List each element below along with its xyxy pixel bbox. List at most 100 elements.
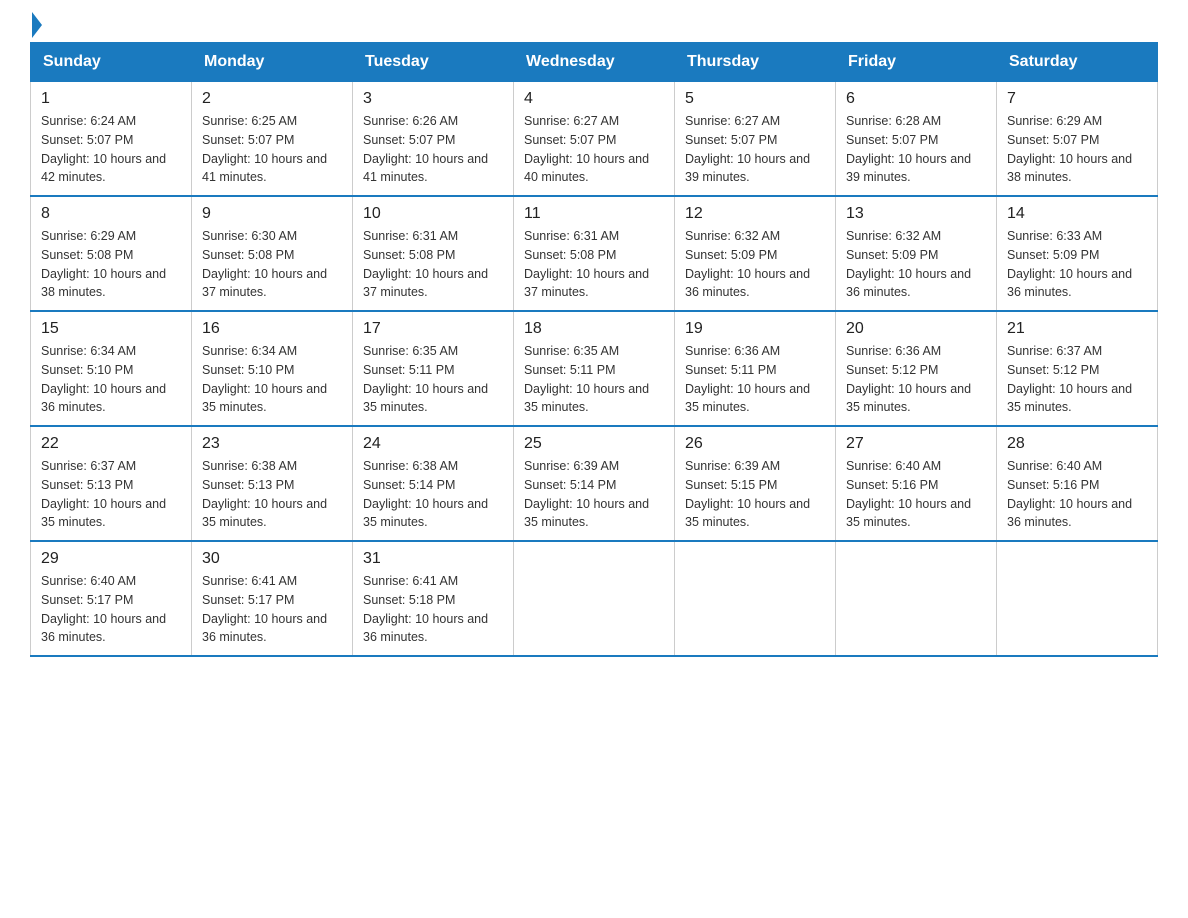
- day-info: Sunrise: 6:31 AMSunset: 5:08 PMDaylight:…: [524, 227, 664, 302]
- calendar-header-sunday: Sunday: [31, 43, 192, 82]
- day-info: Sunrise: 6:40 AMSunset: 5:16 PMDaylight:…: [1007, 457, 1147, 532]
- calendar-cell: 14 Sunrise: 6:33 AMSunset: 5:09 PMDayligh…: [997, 196, 1158, 311]
- day-info: Sunrise: 6:29 AMSunset: 5:07 PMDaylight:…: [1007, 112, 1147, 187]
- calendar-week-row: 22 Sunrise: 6:37 AMSunset: 5:13 PMDayligh…: [31, 426, 1158, 541]
- calendar-cell: 13Sunrise: 6:32 AMSunset: 5:09 PMDayligh…: [836, 196, 997, 311]
- calendar-cell: 21 Sunrise: 6:37 AMSunset: 5:12 PMDayligh…: [997, 311, 1158, 426]
- day-info: Sunrise: 6:33 AMSunset: 5:09 PMDaylight:…: [1007, 227, 1147, 302]
- calendar-week-row: 29 Sunrise: 6:40 AMSunset: 5:17 PMDayligh…: [31, 541, 1158, 656]
- day-info: Sunrise: 6:38 AMSunset: 5:14 PMDaylight:…: [363, 457, 503, 532]
- day-number: 5: [685, 90, 825, 108]
- day-number: 25: [524, 435, 664, 453]
- day-number: 22: [41, 435, 181, 453]
- day-number: 28: [1007, 435, 1147, 453]
- day-number: 31: [363, 550, 503, 568]
- calendar-cell: 20 Sunrise: 6:36 AMSunset: 5:12 PMDayligh…: [836, 311, 997, 426]
- calendar-cell: [675, 541, 836, 656]
- day-number: 23: [202, 435, 342, 453]
- calendar-cell: 16Sunrise: 6:34 AMSunset: 5:10 PMDayligh…: [192, 311, 353, 426]
- calendar-cell: 15Sunrise: 6:34 AMSunset: 5:10 PMDayligh…: [31, 311, 192, 426]
- calendar-cell: 23 Sunrise: 6:38 AMSunset: 5:13 PMDayligh…: [192, 426, 353, 541]
- day-number: 12: [685, 205, 825, 223]
- calendar-cell: 12 Sunrise: 6:32 AMSunset: 5:09 PMDayligh…: [675, 196, 836, 311]
- day-info: Sunrise: 6:37 AMSunset: 5:12 PMDaylight:…: [1007, 342, 1147, 417]
- calendar-cell: 26 Sunrise: 6:39 AMSunset: 5:15 PMDayligh…: [675, 426, 836, 541]
- day-info: Sunrise: 6:31 AMSunset: 5:08 PMDaylight:…: [363, 227, 503, 302]
- day-number: 1: [41, 90, 181, 108]
- day-info: Sunrise: 6:25 AMSunset: 5:07 PMDaylight:…: [202, 112, 342, 187]
- calendar-cell: 1 Sunrise: 6:24 AMSunset: 5:07 PMDaylight…: [31, 82, 192, 197]
- day-info: Sunrise: 6:40 AMSunset: 5:17 PMDaylight:…: [41, 572, 181, 647]
- calendar-cell: 9 Sunrise: 6:30 AMSunset: 5:08 PMDaylight…: [192, 196, 353, 311]
- calendar-cell: 2Sunrise: 6:25 AMSunset: 5:07 PMDaylight…: [192, 82, 353, 197]
- day-number: 26: [685, 435, 825, 453]
- calendar-cell: 25Sunrise: 6:39 AMSunset: 5:14 PMDayligh…: [514, 426, 675, 541]
- day-number: 7: [1007, 90, 1147, 108]
- calendar-header-wednesday: Wednesday: [514, 43, 675, 82]
- day-number: 11: [524, 205, 664, 223]
- day-info: Sunrise: 6:35 AMSunset: 5:11 PMDaylight:…: [524, 342, 664, 417]
- day-number: 6: [846, 90, 986, 108]
- calendar-cell: 3Sunrise: 6:26 AMSunset: 5:07 PMDaylight…: [353, 82, 514, 197]
- day-info: Sunrise: 6:35 AMSunset: 5:11 PMDaylight:…: [363, 342, 503, 417]
- logo-triangle-icon: [32, 12, 42, 38]
- day-number: 3: [363, 90, 503, 108]
- calendar-cell: 30 Sunrise: 6:41 AMSunset: 5:17 PMDayligh…: [192, 541, 353, 656]
- day-info: Sunrise: 6:38 AMSunset: 5:13 PMDaylight:…: [202, 457, 342, 532]
- calendar-cell: 18 Sunrise: 6:35 AMSunset: 5:11 PMDayligh…: [514, 311, 675, 426]
- day-info: Sunrise: 6:27 AMSunset: 5:07 PMDaylight:…: [685, 112, 825, 187]
- day-info: Sunrise: 6:32 AMSunset: 5:09 PMDaylight:…: [846, 227, 986, 302]
- calendar-header-saturday: Saturday: [997, 43, 1158, 82]
- calendar-header-row: SundayMondayTuesdayWednesdayThursdayFrid…: [31, 43, 1158, 82]
- day-info: Sunrise: 6:39 AMSunset: 5:15 PMDaylight:…: [685, 457, 825, 532]
- calendar-cell: 28 Sunrise: 6:40 AMSunset: 5:16 PMDayligh…: [997, 426, 1158, 541]
- day-info: Sunrise: 6:24 AMSunset: 5:07 PMDaylight:…: [41, 112, 181, 187]
- day-number: 21: [1007, 320, 1147, 338]
- day-number: 4: [524, 90, 664, 108]
- logo: [30, 20, 42, 32]
- day-info: Sunrise: 6:41 AMSunset: 5:17 PMDaylight:…: [202, 572, 342, 647]
- header: [30, 20, 1158, 32]
- calendar-cell: [514, 541, 675, 656]
- day-number: 30: [202, 550, 342, 568]
- calendar-body: 1 Sunrise: 6:24 AMSunset: 5:07 PMDaylight…: [31, 82, 1158, 657]
- calendar-header-monday: Monday: [192, 43, 353, 82]
- day-number: 8: [41, 205, 181, 223]
- day-info: Sunrise: 6:30 AMSunset: 5:08 PMDaylight:…: [202, 227, 342, 302]
- day-number: 29: [41, 550, 181, 568]
- day-number: 17: [363, 320, 503, 338]
- calendar-header-tuesday: Tuesday: [353, 43, 514, 82]
- calendar-cell: 10Sunrise: 6:31 AMSunset: 5:08 PMDayligh…: [353, 196, 514, 311]
- day-info: Sunrise: 6:36 AMSunset: 5:12 PMDaylight:…: [846, 342, 986, 417]
- calendar-cell: 7 Sunrise: 6:29 AMSunset: 5:07 PMDaylight…: [997, 82, 1158, 197]
- day-info: Sunrise: 6:32 AMSunset: 5:09 PMDaylight:…: [685, 227, 825, 302]
- day-info: Sunrise: 6:29 AMSunset: 5:08 PMDaylight:…: [41, 227, 181, 302]
- day-info: Sunrise: 6:37 AMSunset: 5:13 PMDaylight:…: [41, 457, 181, 532]
- calendar-cell: 31 Sunrise: 6:41 AMSunset: 5:18 PMDayligh…: [353, 541, 514, 656]
- day-info: Sunrise: 6:34 AMSunset: 5:10 PMDaylight:…: [202, 342, 342, 417]
- calendar-cell: 17 Sunrise: 6:35 AMSunset: 5:11 PMDayligh…: [353, 311, 514, 426]
- calendar-cell: 6 Sunrise: 6:28 AMSunset: 5:07 PMDaylight…: [836, 82, 997, 197]
- day-number: 9: [202, 205, 342, 223]
- calendar-week-row: 8 Sunrise: 6:29 AMSunset: 5:08 PMDaylight…: [31, 196, 1158, 311]
- day-number: 18: [524, 320, 664, 338]
- calendar-header-friday: Friday: [836, 43, 997, 82]
- calendar-cell: 19 Sunrise: 6:36 AMSunset: 5:11 PMDayligh…: [675, 311, 836, 426]
- calendar-cell: 22 Sunrise: 6:37 AMSunset: 5:13 PMDayligh…: [31, 426, 192, 541]
- calendar-cell: 24 Sunrise: 6:38 AMSunset: 5:14 PMDayligh…: [353, 426, 514, 541]
- day-info: Sunrise: 6:34 AMSunset: 5:10 PMDaylight:…: [41, 342, 181, 417]
- day-info: Sunrise: 6:40 AMSunset: 5:16 PMDaylight:…: [846, 457, 986, 532]
- logo-line1: [30, 20, 42, 38]
- day-number: 19: [685, 320, 825, 338]
- calendar-table: SundayMondayTuesdayWednesdayThursdayFrid…: [30, 42, 1158, 657]
- day-info: Sunrise: 6:41 AMSunset: 5:18 PMDaylight:…: [363, 572, 503, 647]
- day-info: Sunrise: 6:27 AMSunset: 5:07 PMDaylight:…: [524, 112, 664, 187]
- day-number: 24: [363, 435, 503, 453]
- calendar-week-row: 1 Sunrise: 6:24 AMSunset: 5:07 PMDaylight…: [31, 82, 1158, 197]
- day-info: Sunrise: 6:36 AMSunset: 5:11 PMDaylight:…: [685, 342, 825, 417]
- calendar-cell: 29 Sunrise: 6:40 AMSunset: 5:17 PMDayligh…: [31, 541, 192, 656]
- day-number: 14: [1007, 205, 1147, 223]
- day-info: Sunrise: 6:28 AMSunset: 5:07 PMDaylight:…: [846, 112, 986, 187]
- day-number: 20: [846, 320, 986, 338]
- calendar-cell: 4 Sunrise: 6:27 AMSunset: 5:07 PMDaylight…: [514, 82, 675, 197]
